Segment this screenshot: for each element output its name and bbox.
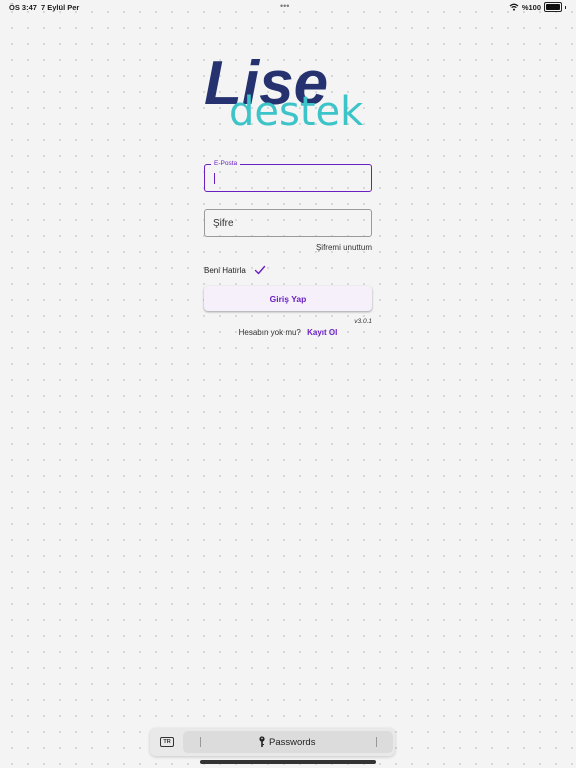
battery-icon	[544, 2, 562, 12]
email-label: E-Posta	[211, 159, 241, 169]
password-input[interactable]	[205, 210, 371, 236]
lise-destek-logo: Lise destek	[204, 49, 364, 132]
signup-link[interactable]: Kayıt Ol	[307, 328, 337, 337]
keyboard-language-button[interactable]: TR	[160, 737, 174, 747]
version-label: v3.0.1	[354, 318, 372, 325]
status-time: ÖS 3:47	[9, 3, 37, 12]
status-bar: ÖS 3:47 7 Eylül Per ••• %100	[0, 0, 576, 14]
divider	[376, 737, 377, 747]
login-button[interactable]: Giriş Yap	[204, 286, 372, 311]
key-icon	[259, 736, 265, 747]
multitasking-dots[interactable]: •••	[280, 1, 289, 11]
text-caret	[214, 173, 215, 184]
no-account-text: Hesabın yok mu?	[238, 328, 301, 337]
divider	[200, 737, 201, 747]
status-right: %100	[509, 2, 566, 12]
checkmark-icon[interactable]	[254, 264, 266, 276]
email-field[interactable]: E-Posta	[204, 159, 372, 192]
wifi-icon	[509, 3, 519, 11]
passwords-button[interactable]: Passwords	[258, 736, 315, 748]
password-field[interactable]	[204, 209, 372, 237]
logo-text-destek: destek	[229, 89, 364, 132]
passwords-suggestion-area: Passwords	[183, 731, 393, 753]
forgot-password-link[interactable]: Şifremi unuttum	[316, 243, 372, 252]
remember-me-row: Beni Hatırla	[204, 264, 266, 276]
passwords-label: Passwords	[269, 736, 316, 748]
remember-me-label: Beni Hatırla	[204, 265, 246, 275]
home-indicator[interactable]	[200, 760, 376, 764]
keyboard-shortcut-bar: TR Passwords	[150, 728, 395, 756]
status-date: 7 Eylül Per	[41, 3, 80, 12]
signup-row: Hesabın yok mu? Kayıt Ol	[0, 328, 576, 337]
battery-percent: %100	[521, 2, 541, 12]
